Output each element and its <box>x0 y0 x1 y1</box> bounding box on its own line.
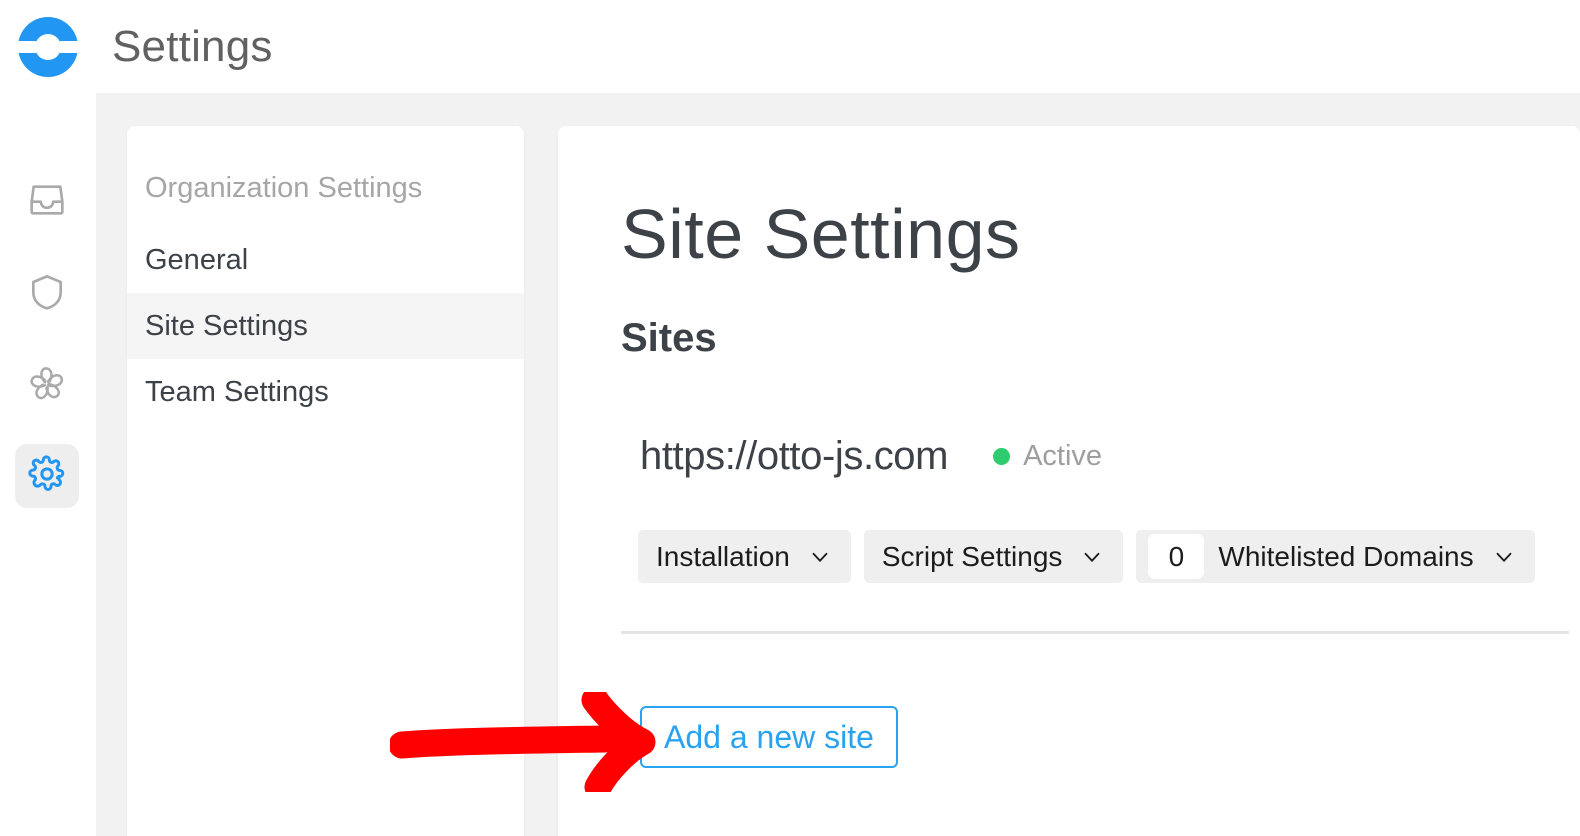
site-entry-row: https://otto-js.com Active <box>640 434 1102 479</box>
whitelisted-domains-dropdown[interactable]: 0 Whitelisted Domains <box>1136 530 1535 583</box>
rail-item-settings[interactable] <box>15 444 79 508</box>
section-divider <box>621 631 1569 634</box>
pinwheel-icon <box>27 364 67 409</box>
rail-item-shield[interactable] <box>15 262 79 326</box>
gear-icon <box>27 454 67 499</box>
script-settings-dropdown[interactable]: Script Settings <box>863 530 1124 583</box>
sidebar-item-site-settings[interactable]: Site Settings <box>127 293 524 359</box>
sidebar-item-label: Team Settings <box>145 375 329 408</box>
add-new-site-label: Add a new site <box>664 718 874 755</box>
rail-item-pinwheel[interactable] <box>15 354 79 418</box>
whitelisted-domains-count: 0 <box>1148 534 1205 579</box>
sidebar-item-general[interactable]: General <box>127 227 524 293</box>
rail-item-inbox[interactable] <box>15 170 79 234</box>
inbox-icon <box>27 180 67 225</box>
panel-title: Site Settings <box>621 195 1021 273</box>
whitelisted-domains-label: Whitelisted Domains <box>1218 540 1474 572</box>
sidebar-item-label: General <box>145 243 249 276</box>
app-header: Settings <box>0 0 1580 93</box>
settings-nav-card: Organization Settings General Site Setti… <box>127 126 524 836</box>
settings-page: Settings Organization Settings General S… <box>0 0 1580 836</box>
shield-icon <box>27 272 67 317</box>
nav-section-label: Organization Settings <box>145 172 423 204</box>
site-settings-panel: Site Settings Sites https://otto-js.com … <box>558 126 1580 836</box>
status-label: Active <box>1023 440 1103 472</box>
chevron-down-icon <box>807 544 833 570</box>
add-new-site-button[interactable]: Add a new site <box>640 706 898 768</box>
installation-label: Installation <box>656 540 790 572</box>
sidebar-item-label: Site Settings <box>145 309 308 342</box>
status-dot-icon <box>993 448 1011 465</box>
status-badge: Active <box>993 440 1102 473</box>
panel-subtitle: Sites <box>621 316 717 360</box>
icon-rail <box>0 93 96 836</box>
installation-dropdown[interactable]: Installation <box>638 530 851 583</box>
script-settings-label: Script Settings <box>881 540 1063 572</box>
site-actions-row: Installation Script Settings 0 Whitelist <box>638 530 1548 583</box>
otto-ring-logo-icon[interactable] <box>16 15 80 79</box>
sidebar-item-team-settings[interactable]: Team Settings <box>127 359 524 425</box>
chevron-down-icon <box>1491 544 1517 570</box>
site-url: https://otto-js.com <box>640 434 949 478</box>
page-title: Settings <box>112 21 273 71</box>
chevron-down-icon <box>1079 544 1105 570</box>
